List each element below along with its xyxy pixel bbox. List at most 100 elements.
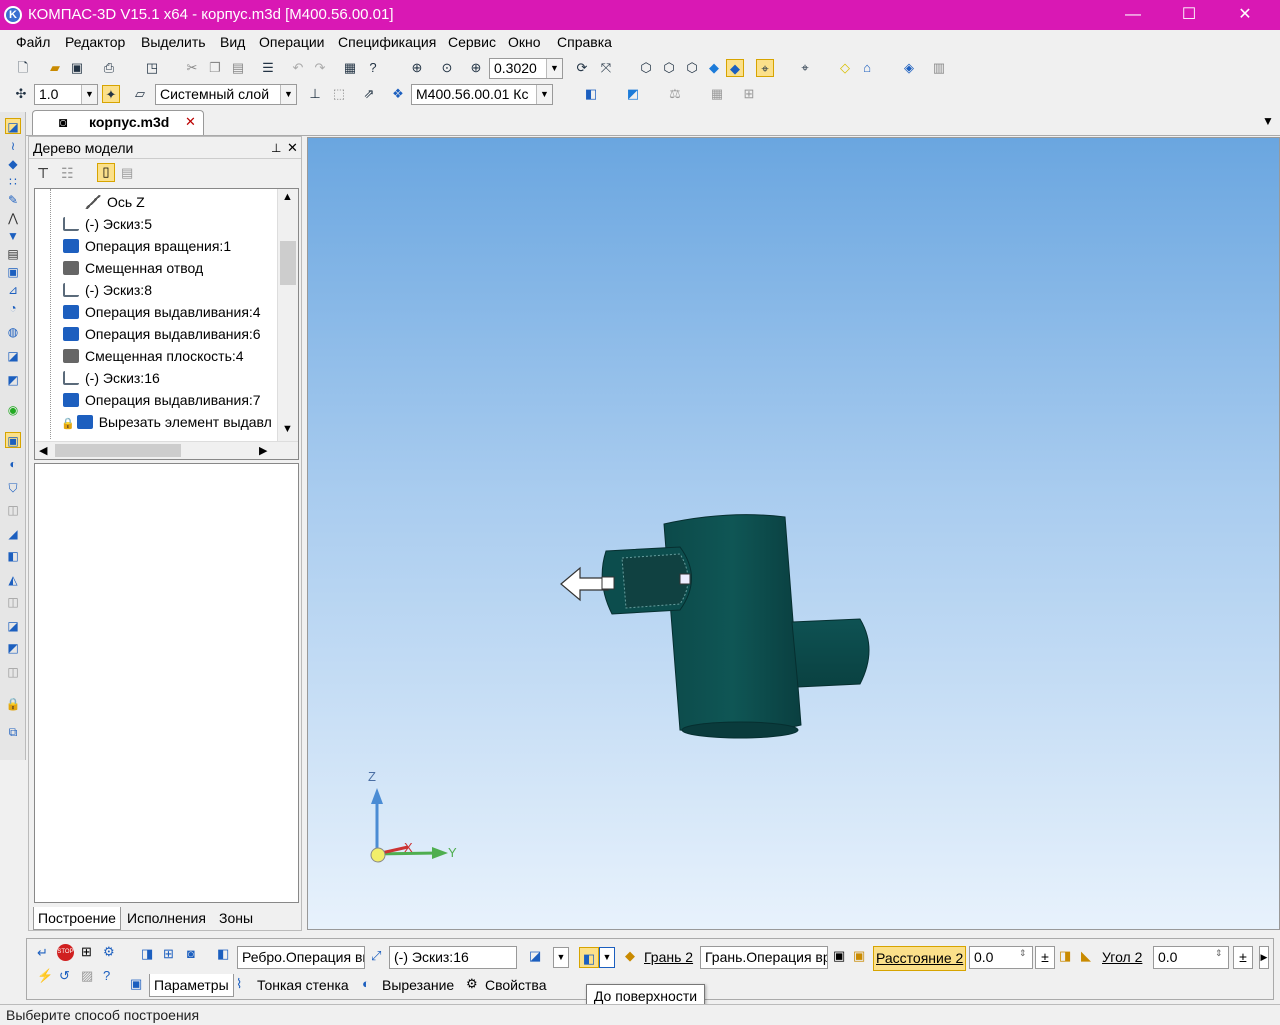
- orientation-arrow-icon[interactable]: ⇗: [360, 85, 378, 103]
- scroll-thumb[interactable]: [280, 241, 296, 285]
- plane-icon[interactable]: ◩: [624, 85, 642, 103]
- tree-view-icon[interactable]: ☷: [61, 165, 74, 182]
- view-cube-icon[interactable]: ◧: [582, 85, 600, 103]
- tab-parameters[interactable]: Параметры: [149, 974, 234, 997]
- menu-specification[interactable]: Спецификация: [338, 34, 436, 50]
- undo-icon[interactable]: ↶: [289, 59, 307, 77]
- chevron-down-icon[interactable]: ▼: [599, 947, 615, 968]
- tree-mode-icon[interactable]: ▯: [97, 163, 115, 182]
- surfaces-icon[interactable]: ◆: [5, 156, 21, 172]
- scroll-thumb-horizontal[interactable]: [55, 444, 181, 457]
- panel-settings-icon[interactable]: ⚙: [103, 944, 115, 960]
- repeat-icon[interactable]: ↺: [59, 968, 70, 984]
- save-icon[interactable]: ▣: [68, 59, 86, 77]
- tab-properties[interactable]: Свойства: [485, 974, 546, 996]
- object-select-icon[interactable]: ◙: [187, 946, 195, 961]
- thread-icon[interactable]: ◫: [5, 664, 21, 680]
- cut-extrude-icon[interactable]: ▣: [5, 432, 21, 448]
- help-icon[interactable]: ?: [103, 968, 110, 983]
- scroll-up-icon[interactable]: ▲: [282, 191, 293, 203]
- chamfer-icon[interactable]: ◧: [5, 548, 21, 564]
- face-field[interactable]: Грань.Операция вр: [700, 946, 828, 969]
- tree-item[interactable]: (-) Эскиз:16: [63, 367, 160, 389]
- rotation-tool-icon[interactable]: ◔: [5, 300, 21, 316]
- zoom-in-icon[interactable]: ⊕: [467, 59, 485, 77]
- rotate-icon[interactable]: ⟳: [573, 59, 591, 77]
- tree-item[interactable]: Операция вращения:1: [63, 235, 231, 257]
- menu-view[interactable]: Вид: [220, 34, 245, 50]
- step-combo[interactable]: 1.0 ▼: [34, 84, 98, 105]
- snap-icon[interactable]: ✦: [102, 85, 120, 103]
- component-icon[interactable]: ❖: [389, 85, 407, 103]
- curves-icon[interactable]: ≀: [5, 138, 21, 154]
- reverse-icon[interactable]: ▣: [833, 948, 845, 964]
- tab-versions[interactable]: Исполнения: [123, 907, 210, 929]
- home-view-icon[interactable]: ⌂: [858, 59, 876, 77]
- scroll-right-icon[interactable]: ▶: [259, 444, 267, 457]
- shell-icon[interactable]: ◫: [5, 594, 21, 610]
- layer-combo[interactable]: Системный слой ▼: [155, 84, 297, 105]
- sweep-op-icon[interactable]: ◩: [5, 372, 21, 388]
- sketch-select-icon[interactable]: ⊞: [163, 946, 174, 962]
- tab-list-icon[interactable]: ▼: [1262, 114, 1274, 128]
- tree-item[interactable]: Ось Z: [85, 191, 145, 213]
- tree-horizontal-scrollbar[interactable]: ◀ ▶: [35, 441, 298, 459]
- slope-direction-icon[interactable]: ◨: [1059, 948, 1071, 964]
- tree-item[interactable]: Смещенная отвод: [63, 257, 203, 279]
- shaded-icon[interactable]: ◆: [705, 59, 723, 77]
- zoom-combo[interactable]: 0.3020 ▼: [489, 58, 563, 79]
- direction-icon[interactable]: ◨: [141, 946, 153, 962]
- cut-sweep-icon[interactable]: ⛉: [5, 480, 21, 496]
- designation-combo[interactable]: М400.56.00.01 Кс ▼: [411, 84, 553, 105]
- copy-icon[interactable]: ❐: [206, 59, 224, 77]
- sketch-field[interactable]: (-) Эскиз:16: [389, 946, 517, 969]
- scroll-right-icon[interactable]: ▶: [1259, 946, 1269, 969]
- new-document-icon[interactable]: 🗋: [14, 59, 32, 77]
- tree-item[interactable]: Смещенная плоскость:4: [63, 345, 244, 367]
- tree-item[interactable]: Операция выдавливания:6: [63, 323, 261, 345]
- aux-geometry-icon[interactable]: ✎: [5, 192, 21, 208]
- chevron-down-icon[interactable]: ▼: [546, 59, 562, 78]
- preview-icon[interactable]: ◳: [143, 59, 161, 77]
- menu-operations[interactable]: Операции: [259, 34, 325, 50]
- tree-item[interactable]: (-) Эскиз:5: [63, 213, 152, 235]
- properties-icon[interactable]: ☰: [259, 59, 277, 77]
- edge-icon[interactable]: ◧: [217, 946, 229, 962]
- menu-edit[interactable]: Редактор: [65, 34, 125, 50]
- tab-zones[interactable]: Зоны: [215, 907, 257, 929]
- auto-create-icon[interactable]: ⚡: [37, 968, 53, 984]
- scroll-down-icon[interactable]: ▼: [282, 423, 293, 435]
- grid-icon[interactable]: ▦: [708, 85, 726, 103]
- cube-icon[interactable]: ◇: [836, 59, 854, 77]
- shaded-edges-icon[interactable]: ◆: [726, 59, 744, 77]
- report-icon[interactable]: ▣: [5, 264, 21, 280]
- document-tab[interactable]: ◙ корпус.m3d ✕: [32, 110, 204, 135]
- mirror-icon[interactable]: ▣: [853, 948, 865, 964]
- minimize-button[interactable]: —: [1110, 0, 1156, 30]
- fillet-icon[interactable]: ◢: [5, 526, 21, 542]
- angle-tolerance-button[interactable]: ±: [1233, 946, 1253, 969]
- zoom-all-icon[interactable]: ⊙: [438, 59, 456, 77]
- local-cs-icon[interactable]: ⬚: [330, 85, 348, 103]
- chevron-down-icon[interactable]: ▼: [553, 947, 569, 968]
- tree-item-current[interactable]: 🔒 Вырезать элемент выдавл: [61, 411, 272, 433]
- section-icon[interactable]: ⚖: [666, 85, 684, 103]
- menu-help[interactable]: Справка: [557, 34, 612, 50]
- cut-loft-icon[interactable]: ◫: [5, 502, 21, 518]
- tree-structure-icon[interactable]: ⊤: [37, 165, 49, 182]
- select-filter-icon[interactable]: ⌖: [756, 59, 774, 77]
- array-tool-icon[interactable]: ⧉: [5, 724, 21, 740]
- cut-icon[interactable]: ✂: [183, 59, 201, 77]
- tree-item[interactable]: (-) Эскиз:8: [63, 279, 152, 301]
- extrude-op-icon[interactable]: ◪: [5, 348, 21, 364]
- menu-select[interactable]: Выделить: [141, 34, 206, 50]
- rib-icon[interactable]: ◭: [5, 572, 21, 588]
- cut-revolve-icon[interactable]: ◐: [5, 456, 21, 472]
- dimensions-icon[interactable]: ⊞: [740, 85, 758, 103]
- measure-tool-icon[interactable]: ⊿: [5, 282, 21, 298]
- tree-filter-icon[interactable]: ▤: [121, 165, 133, 181]
- zoom-window-icon[interactable]: ⊕: [408, 59, 426, 77]
- close-window-button[interactable]: ✕: [1222, 0, 1268, 30]
- revolve-op-icon[interactable]: ◍: [5, 324, 21, 340]
- sheet-metal-icon[interactable]: ⋀: [5, 210, 21, 226]
